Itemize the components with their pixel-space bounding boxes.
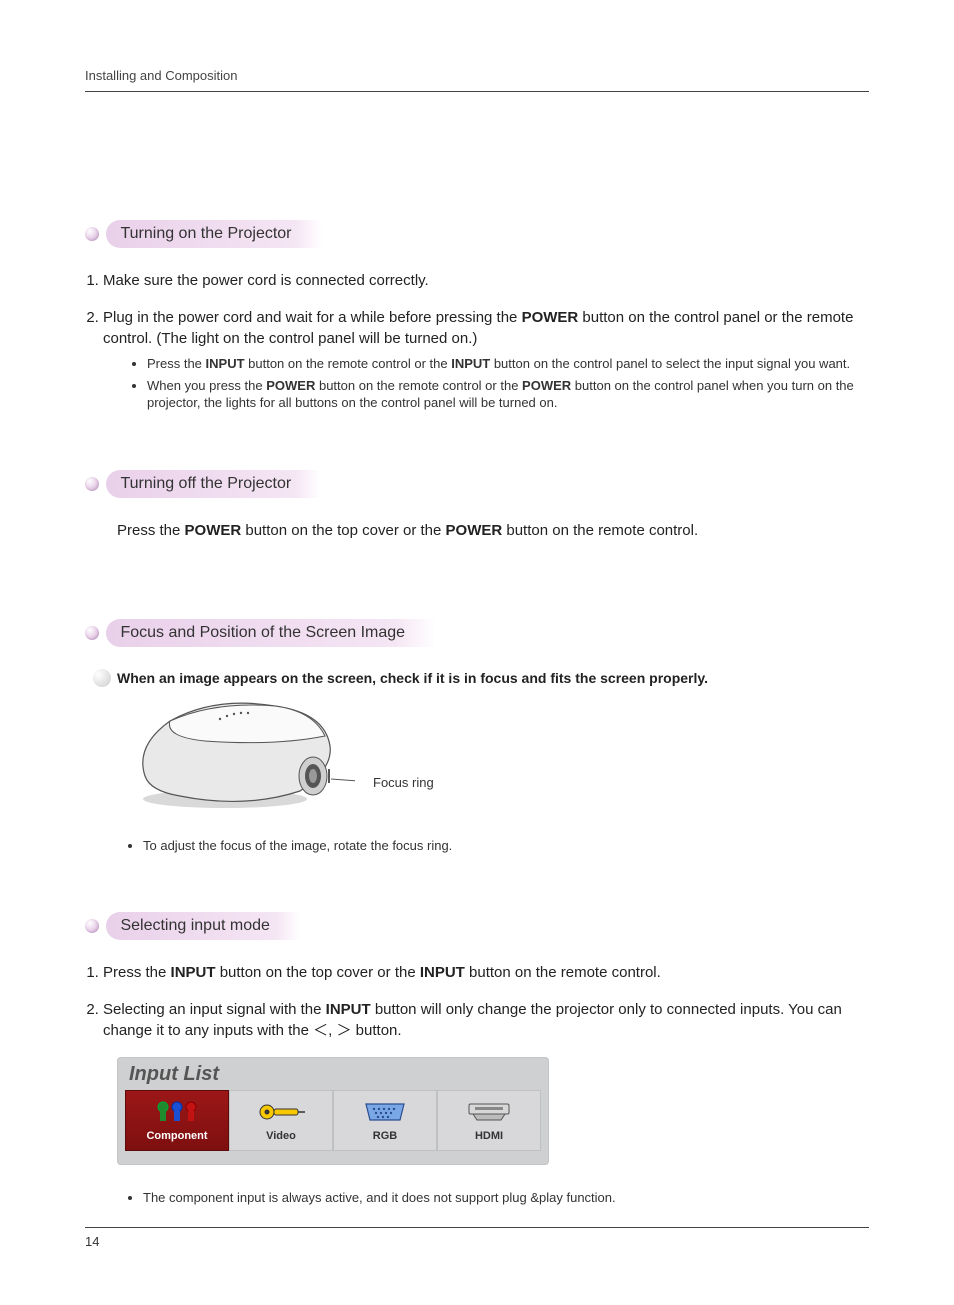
- bullet-icon: [85, 626, 99, 640]
- sphere-icon: [93, 669, 111, 687]
- sub-bullets: Press the INPUT button on the remote con…: [103, 355, 869, 412]
- bullet-text: button on the remote control or the: [245, 356, 452, 371]
- power-label: POWER: [266, 378, 315, 393]
- input-tiles: Component Video: [125, 1090, 541, 1151]
- tile-label: Component: [126, 1130, 228, 1142]
- page-number: 14: [85, 1234, 99, 1249]
- section-heading: Focus and Position of the Screen Image: [85, 619, 869, 647]
- input-tile-hdmi[interactable]: HDMI: [437, 1090, 541, 1151]
- text: button on the top cover or the: [241, 522, 445, 539]
- power-label: POWER: [522, 378, 571, 393]
- bullet-text: When you press the: [147, 378, 266, 393]
- input-label: INPUT: [206, 356, 245, 371]
- note-list: The component input is always active, an…: [85, 1189, 869, 1207]
- section-heading: Turning on the Projector: [85, 220, 869, 248]
- power-label: POWER: [185, 522, 242, 539]
- text: button on the remote control.: [465, 964, 661, 981]
- section-heading: Turning off the Projector: [85, 470, 869, 498]
- bullet-text: button on the remote control or the: [315, 378, 522, 393]
- component-icon: [126, 1097, 228, 1127]
- video-icon: [230, 1097, 332, 1127]
- steps-list: Press the INPUT button on the top cover …: [85, 962, 869, 1041]
- section-title: Selecting input mode: [106, 912, 299, 940]
- steps-list: Make sure the power cord is connected co…: [85, 270, 869, 412]
- bullet-item: To adjust the focus of the image, rotate…: [143, 837, 869, 855]
- input-label: INPUT: [171, 964, 216, 981]
- bullet-text: Press the: [147, 356, 206, 371]
- text: button on the top cover or the: [216, 964, 420, 981]
- tile-label: Video: [230, 1130, 332, 1142]
- input-tile-video[interactable]: Video: [229, 1090, 333, 1151]
- rgb-icon: [334, 1097, 436, 1127]
- input-list-panel: Input List: [117, 1057, 549, 1165]
- section-focus: Focus and Position of the Screen Image W…: [85, 619, 869, 855]
- input-label: INPUT: [326, 1001, 371, 1018]
- input-tile-component[interactable]: Component: [125, 1090, 229, 1151]
- text: button.: [352, 1022, 402, 1039]
- step-item: Selecting an input signal with the INPUT…: [103, 999, 869, 1041]
- section-heading: Selecting input mode: [85, 912, 869, 940]
- bullet-item: Press the INPUT button on the remote con…: [147, 355, 869, 373]
- step-text: Plug in the power cord and wait for a wh…: [103, 309, 522, 326]
- left-angle-icon: ＜: [313, 1022, 328, 1039]
- text: ,: [328, 1022, 336, 1039]
- power-label: POWER: [522, 309, 579, 326]
- bullet-icon: [85, 227, 99, 241]
- input-list-title: Input List: [125, 1063, 541, 1090]
- text: Press the: [103, 964, 171, 981]
- projector-icon: [125, 691, 355, 811]
- projector-illustration: Focus ring: [125, 691, 485, 821]
- bullet-icon: [85, 919, 99, 933]
- bullet-item: When you press the POWER button on the r…: [147, 377, 869, 412]
- page: Installing and Composition Turning on th…: [0, 0, 954, 1305]
- section-select-input: Selecting input mode Press the INPUT but…: [85, 912, 869, 1207]
- step-item: Plug in the power cord and wait for a wh…: [103, 307, 869, 412]
- text: Selecting an input signal with the: [103, 1001, 326, 1018]
- section-turn-off: Turning off the Projector Press the POWE…: [85, 470, 869, 541]
- section-title: Turning off the Projector: [106, 470, 321, 498]
- section-title: Focus and Position of the Screen Image: [106, 619, 435, 647]
- text: Press the: [117, 522, 185, 539]
- callout-row: When an image appears on the screen, che…: [93, 669, 869, 687]
- focus-ring-label: Focus ring: [373, 775, 434, 790]
- power-label: POWER: [446, 522, 503, 539]
- section-turn-on: Turning on the Projector Make sure the p…: [85, 220, 869, 412]
- input-tile-rgb[interactable]: RGB: [333, 1090, 437, 1151]
- step-item: Make sure the power cord is connected co…: [103, 270, 869, 291]
- text: button on the remote control.: [502, 522, 698, 539]
- hdmi-icon: [438, 1097, 540, 1127]
- page-header: Installing and Composition: [85, 68, 869, 92]
- bullet-text: button on the control panel to select th…: [490, 356, 850, 371]
- bullet-icon: [85, 477, 99, 491]
- paragraph: Press the POWER button on the top cover …: [85, 520, 869, 541]
- callout-text: When an image appears on the screen, che…: [117, 670, 708, 686]
- note-item: The component input is always active, an…: [143, 1189, 869, 1207]
- input-label: INPUT: [420, 964, 465, 981]
- section-title: Turning on the Projector: [106, 220, 321, 248]
- tile-label: HDMI: [438, 1130, 540, 1142]
- tile-label: RGB: [334, 1130, 436, 1142]
- step-item: Press the INPUT button on the top cover …: [103, 962, 869, 983]
- page-footer: 14: [85, 1227, 869, 1249]
- input-label: INPUT: [451, 356, 490, 371]
- bullet-list: To adjust the focus of the image, rotate…: [85, 837, 869, 855]
- right-angle-icon: ＞: [337, 1022, 352, 1039]
